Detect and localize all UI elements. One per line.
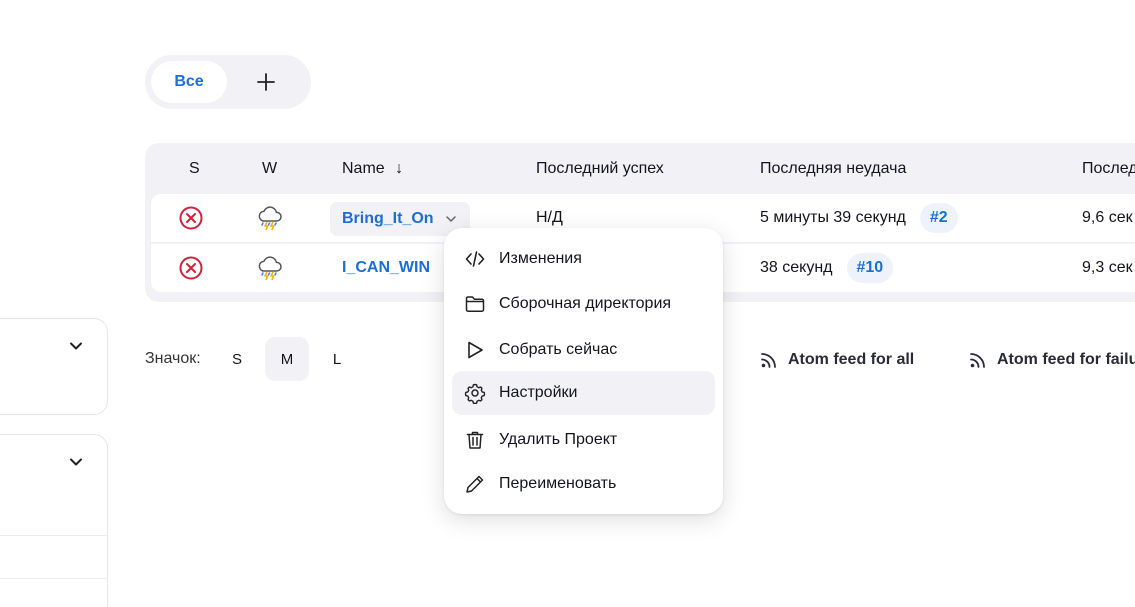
atom-feed-failures-label: Atom feed for failu <box>997 351 1135 368</box>
icon-size-l[interactable]: L <box>315 337 359 381</box>
build-badge[interactable]: #10 <box>846 253 894 283</box>
icon-size-s[interactable]: S <box>215 337 259 381</box>
column-header-name[interactable]: Name ↓ <box>342 160 403 178</box>
last-duration-value: 9,3 сек <box>1082 259 1133 276</box>
last-failure-cell: 5 минуты 39 секунд #2 <box>760 194 958 242</box>
menu-item-label: Собрать сейчас <box>499 341 618 358</box>
menu-item-label: Удалить Проект <box>499 431 618 448</box>
menu-item-settings[interactable]: Настройки <box>452 371 715 415</box>
tab-all[interactable]: Все <box>151 61 227 103</box>
trash-icon <box>466 431 484 449</box>
menu-item-delete-project[interactable]: Удалить Проект <box>452 418 715 462</box>
icon-size-m[interactable]: M <box>265 337 309 381</box>
atom-feed-failures-link[interactable]: Atom feed for failu <box>969 348 1135 372</box>
divider <box>0 535 107 536</box>
atom-feed-all-link[interactable]: Atom feed for all <box>760 348 914 372</box>
menu-item-workspace[interactable]: Сборочная директория <box>452 282 715 326</box>
side-panel-card-1 <box>0 318 108 415</box>
atom-feed-all-label: Atom feed for all <box>788 351 915 368</box>
column-header-weather[interactable]: W <box>262 160 277 178</box>
code-icon <box>465 251 485 267</box>
job-link-bring-it-on[interactable]: Bring_It_On <box>330 202 470 236</box>
sort-arrow-icon: ↓ <box>395 160 404 177</box>
column-header-last-success[interactable]: Последний успех <box>536 160 664 178</box>
divider <box>0 578 107 579</box>
rss-icon <box>970 353 985 368</box>
status-failed-icon <box>178 194 204 242</box>
job-link-i-can-win[interactable]: I_CAN_WIN <box>342 244 430 292</box>
column-header-status[interactable]: S <box>189 160 200 178</box>
pencil-icon <box>466 475 484 493</box>
build-badge[interactable]: #2 <box>919 203 958 233</box>
side-panel-card-2 <box>0 434 108 607</box>
plus-icon <box>257 73 275 91</box>
menu-item-label: Изменения <box>499 250 582 267</box>
job-context-menu: Изменения Сборочная директория Собрать с… <box>444 228 723 514</box>
icon-size-label: Значок: <box>145 350 201 367</box>
menu-item-rename[interactable]: Переименовать <box>452 462 715 506</box>
job-name: Bring_It_On <box>342 210 434 227</box>
last-duration-value: 9,6 сек <box>1082 209 1133 226</box>
column-header-name-label: Name <box>342 160 385 177</box>
play-icon <box>468 341 483 359</box>
chevron-down-icon[interactable] <box>67 453 85 471</box>
menu-item-changes[interactable]: Изменения <box>452 237 715 281</box>
add-view-button[interactable] <box>253 69 279 95</box>
column-header-last-duration[interactable]: Послед <box>1082 160 1135 178</box>
icon-size-selector: Значок: <box>145 337 201 381</box>
status-failed-icon <box>178 244 204 292</box>
column-header-last-failure[interactable]: Последняя неудача <box>760 160 906 178</box>
chevron-down-icon[interactable] <box>444 212 458 226</box>
menu-item-label: Настройки <box>499 384 578 401</box>
rss-icon <box>761 353 776 368</box>
menu-item-label: Переименовать <box>499 475 617 492</box>
menu-item-build-now[interactable]: Собрать сейчас <box>452 328 715 372</box>
folder-icon <box>465 296 485 312</box>
gear-icon <box>464 383 486 404</box>
chevron-down-icon[interactable] <box>67 337 85 355</box>
last-failure-value: 38 секунд <box>760 259 833 276</box>
view-tabs: Все <box>145 55 311 109</box>
storm-icon <box>255 194 285 242</box>
menu-item-label: Сборочная директория <box>499 295 672 312</box>
last-failure-value: 5 минуты 39 секунд <box>760 209 906 226</box>
last-failure-cell: 38 секунд #10 <box>760 244 894 292</box>
storm-icon <box>255 244 285 292</box>
